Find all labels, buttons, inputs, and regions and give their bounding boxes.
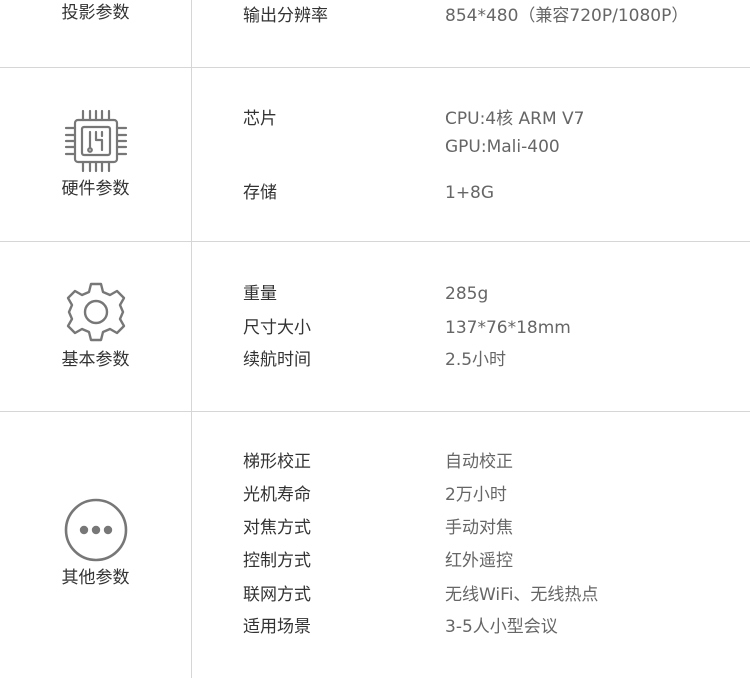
section-divider [0,67,750,68]
spec-value: 无线WiFi、无线热点 [445,585,599,605]
spec-label: 梯形校正 [243,452,311,472]
spec-label: 控制方式 [243,551,311,571]
category-label: 投影参数 [61,3,130,23]
more-dots-icon [64,498,127,562]
category-projection: 投影参数 [0,2,191,24]
category-label: 硬件参数 [61,179,130,199]
spec-table: 投影参数 输出分辨率 854*480（兼容720P/1080P） 硬件参数 芯片… [0,0,750,678]
spec-value: 手动对焦 [445,518,513,538]
spec-value: 自动校正 [445,452,513,472]
spec-value: 285g [445,284,489,304]
category-label: 其他参数 [61,568,130,588]
spec-value: 137*76*18mm [445,318,571,338]
section-divider [0,411,750,412]
spec-label: 重量 [243,284,277,304]
chip-icon [64,109,127,173]
spec-value: 854*480（兼容720P/1080P） [445,6,689,26]
spec-label: 联网方式 [243,585,311,605]
spec-label: 对焦方式 [243,518,311,538]
column-divider [191,0,192,678]
spec-label: 输出分辨率 [243,6,328,26]
category-basic: 基本参数 [0,279,191,371]
section-divider [0,241,750,242]
category-other: 其他参数 [0,497,191,589]
spec-value: 1+8G [445,183,495,203]
spec-value: 红外遥控 [445,551,513,571]
spec-value-secondary: GPU:Mali-400 [445,137,560,157]
category-hardware: 硬件参数 [0,108,191,200]
gear-icon [66,282,125,342]
spec-label: 续航时间 [243,350,311,370]
spec-value: 2万小时 [445,485,507,505]
spec-label: 尺寸大小 [243,318,311,338]
spec-label: 适用场景 [243,617,311,637]
spec-value: CPU:4核 ARM V7 [445,109,585,129]
category-label: 基本参数 [61,350,130,370]
spec-label: 光机寿命 [243,485,311,505]
spec-value: 2.5小时 [445,350,507,370]
spec-label: 存储 [243,183,277,203]
spec-label: 芯片 [243,109,277,129]
spec-value: 3-5人小型会议 [445,617,558,637]
